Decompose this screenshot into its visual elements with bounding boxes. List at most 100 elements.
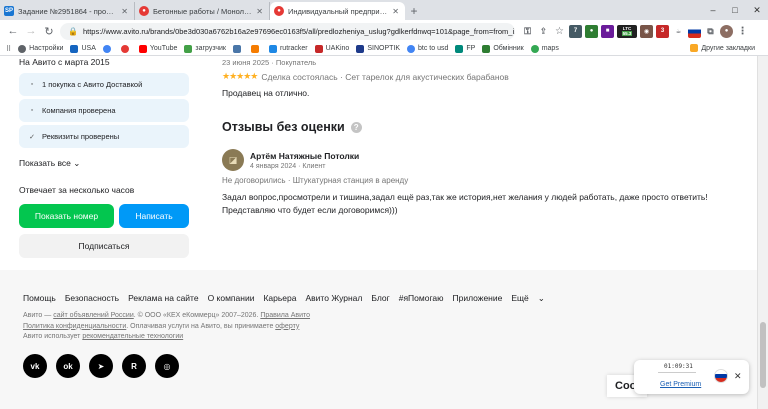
legal-line-3: Авито использует рекомендательные технол… [23,332,310,343]
close-tab-icon[interactable]: ✕ [256,7,263,16]
badge-label: 1 покупка с Авито Доставкой [42,80,143,89]
bookmark-fp[interactable]: FP [455,44,475,53]
footer-link-help[interactable]: Помощь [23,293,56,304]
profile-avatar-icon[interactable]: ● [720,24,733,38]
close-window-button[interactable]: ✕ [746,0,768,20]
write-message-button[interactable]: Написать [119,204,189,228]
yandex-icon [120,44,129,53]
footer-link-app[interactable]: Приложение [452,293,502,304]
reload-icon[interactable]: ↻ [40,22,58,40]
forward-arrow-icon[interactable]: → [22,22,40,40]
menu-kebab-icon[interactable]: ⋮ [736,24,749,38]
chevron-down-icon: ⌄ [73,158,81,168]
bookmark-exchanger[interactable]: Обмінник [482,44,524,53]
tab-title: Бетонные работы / Монолит (79 [153,6,252,16]
footer-link-blog[interactable]: Блог [371,293,389,304]
window-controls: – □ ✕ [702,0,768,20]
footer-link-more[interactable]: Ещё ⌄ [511,293,554,304]
maximize-button[interactable]: □ [724,0,746,20]
bookmark-f[interactable]: F [250,44,262,53]
other-bookmarks[interactable]: Другие закладки [690,44,755,52]
bookmark-rutracker[interactable]: rutracker [268,44,308,53]
key-icon[interactable]: ⚿ [521,24,534,38]
legal-line-1: Авито — сайт объявлений России. © ООО «К… [23,311,310,322]
bookmark-btc[interactable]: btc to usd [407,44,448,53]
offer-link[interactable]: оферту [275,323,299,330]
tab-title: Индивидуальный предпринимат [288,6,388,16]
review-rating-line: ★★★★★ Сделка состоялась · Сет тарелок дл… [222,71,722,82]
rutube-icon[interactable]: R [122,354,146,378]
extensions-puzzle-icon[interactable]: ⧉ [704,24,717,38]
address-bar[interactable]: 🔒 https://www.avito.ru/brands/0be3d030a6… [60,22,515,40]
reviewer-avatar[interactable]: ◪ [222,149,244,171]
extension-flag-icon[interactable] [688,24,701,38]
reviewer-header: ◪ Артём Натяжные Потолки 4 января 2024 ·… [222,149,722,171]
response-time: Отвечает за несколько часов [19,185,135,195]
reviewer-name[interactable]: Артём Натяжные Потолки [250,151,359,161]
extension-cube-icon[interactable]: ■ [601,24,614,38]
bookmark-google[interactable]: G [102,44,114,53]
russia-flag-icon[interactable] [714,369,728,383]
footer-link-journal[interactable]: Авито Журнал [306,293,363,304]
new-tab-button[interactable]: + [405,2,423,20]
extension-brown-icon[interactable]: ◉ [640,24,653,38]
browser-tab-1[interactable]: SP Задание №2951864 - просмотр з ✕ [0,2,135,20]
footer-link-about[interactable]: О компании [208,293,255,304]
ltc-ticker-icon[interactable]: LTC 55.3 [617,24,637,38]
uakino-icon [314,44,323,53]
more-label: Ещё [511,293,529,303]
vpn-timer: 01:09:31 [664,363,693,370]
close-tab-icon[interactable]: ✕ [121,7,128,16]
show-phone-button[interactable]: Показать номер [19,204,114,228]
extension-cup-icon[interactable]: ☕ [672,24,685,38]
question-icon[interactable]: ? [350,121,362,133]
page-scrollbar[interactable] [757,56,768,409]
telegram-icon[interactable]: ➤ [89,354,113,378]
odnoklassniki-icon[interactable]: ok [56,354,80,378]
recommend-tech-link[interactable]: рекомендательные технологии [82,333,183,340]
bookmark-youtube[interactable]: YouTube [138,44,177,53]
share-icon[interactable]: ⇪ [537,24,550,38]
footer-link-careers[interactable]: Карьера [263,293,296,304]
minimize-button[interactable]: – [702,0,724,20]
sp-favicon-icon: SP [4,6,14,16]
footer-link-ihelp[interactable]: #яПомогаю [399,293,444,304]
bookmark-star-icon[interactable]: ☆ [553,24,566,38]
extension-p-icon[interactable]: 3 [656,24,669,38]
browser-tab-3-active[interactable]: ● Индивидуальный предпринимат ✕ [270,2,405,20]
bookmarks-bar: ⠿ Настройки USA G Я YouTube загрузчик ВК… [0,42,768,56]
show-all-link[interactable]: Показать все ⌄ [19,158,189,169]
bookmark-usa[interactable]: USA [70,44,96,53]
bookmark-sinoptik[interactable]: SINOPTIK [356,44,400,53]
privacy-link[interactable]: Политика конфиденциальности [23,323,126,330]
apps-grid-icon[interactable]: ⠿ [6,45,11,53]
bookmark-loader[interactable]: загрузчик [184,44,226,53]
bookmark-settings[interactable]: Настройки [18,44,63,53]
lock-icon: 🔒 [68,26,78,36]
bookmark-vk[interactable]: ВК [232,44,244,53]
extension-badge-icon[interactable]: 7 [569,24,582,38]
scrollbar-thumb[interactable] [760,322,766,388]
bookmark-maps[interactable]: maps [530,44,559,53]
footer-link-ads[interactable]: Реклама на сайте [128,293,199,304]
bookmark-label: UAKino [325,45,350,52]
bookmark-yandex[interactable]: Я [120,44,132,53]
f-icon [250,44,259,53]
extension-green-icon[interactable]: ● [585,24,598,38]
legal-link[interactable]: сайт объявлений России [53,312,134,319]
vk-icon[interactable]: vk [23,354,47,378]
bookmark-uakino[interactable]: UAKino [314,44,350,53]
dzen-icon[interactable]: ◎ [155,354,179,378]
close-icon[interactable]: ✕ [734,371,742,382]
review-body-line: Задал вопрос,просмотрели и тишина,задал … [222,192,708,202]
browser-tab-2[interactable]: ● Бетонные работы / Монолит (79 ✕ [135,2,270,20]
google-icon [102,44,111,53]
rutracker-icon [268,44,277,53]
back-arrow-icon[interactable]: ← [4,22,22,40]
get-premium-link[interactable]: Get Premium [660,381,701,388]
subscribe-button[interactable]: Подписаться [19,234,189,258]
badge-requisites-verified: ✓ Реквизиты проверены [19,125,189,148]
footer-link-security[interactable]: Безопасность [65,293,119,304]
rules-link[interactable]: Правила Авито [260,312,310,319]
close-tab-icon[interactable]: ✕ [392,7,399,16]
